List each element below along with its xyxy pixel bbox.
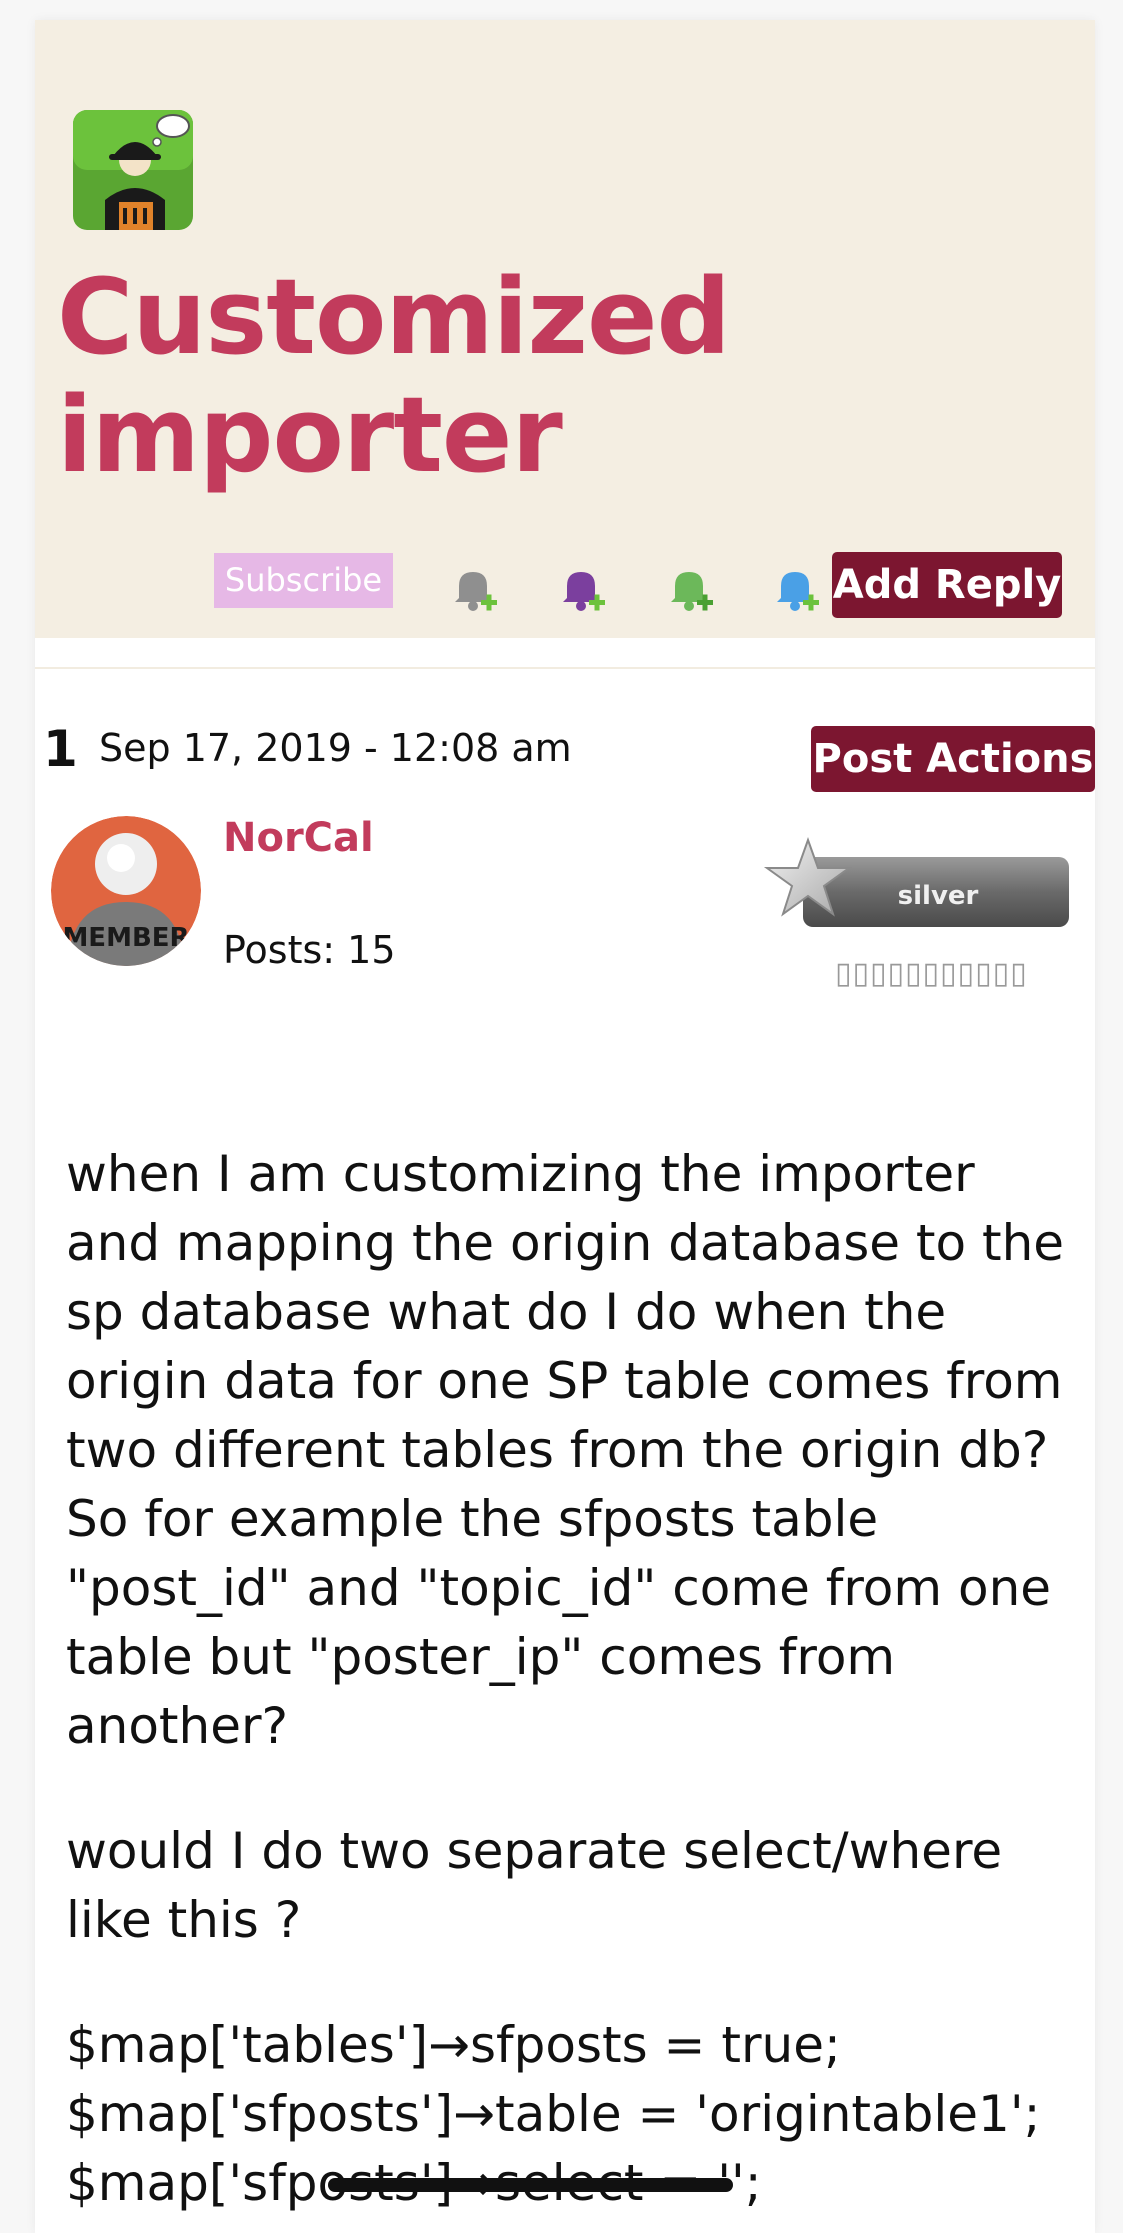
rank-text: ▯▯▯▯▯▯▯▯▯▯▯	[835, 956, 1028, 991]
badge-label: silver	[898, 881, 979, 911]
add-reply-button[interactable]: Add Reply	[832, 552, 1062, 618]
forum-page: Customized importer Subscribe Add Reply …	[35, 20, 1095, 2233]
post-number: 1	[43, 720, 78, 778]
post-content: when I am customizing the importer and m…	[66, 1140, 1076, 2218]
silver-star-badge-icon: silver	[763, 810, 1073, 930]
post-actions-button[interactable]: Post Actions	[811, 726, 1095, 792]
code-line: $map['sfposts']→table = 'origintable1';	[66, 2085, 1041, 2143]
divider	[35, 667, 1095, 669]
member-avatar-icon[interactable]: MEMBER	[51, 816, 201, 966]
home-indicator[interactable]	[328, 2178, 733, 2192]
post-author-name[interactable]: NorCal	[223, 815, 374, 861]
post-paragraph: would I do two separate select/where lik…	[66, 1822, 1019, 1949]
page-title: Customized importer	[57, 256, 731, 496]
forum-logo-icon[interactable]	[73, 110, 193, 230]
subscribe-button[interactable]: Subscribe	[214, 553, 393, 608]
bell-add-icon-purple[interactable]	[553, 560, 609, 616]
bell-add-icon-gray[interactable]	[445, 560, 501, 616]
bell-add-icon-green[interactable]	[661, 560, 717, 616]
post-paragraph: when I am customizing the importer and m…	[66, 1145, 1081, 1755]
bell-add-icon-blue[interactable]	[767, 560, 823, 616]
post-date: Sep 17, 2019 - 12:08 am	[99, 726, 572, 770]
post-count: Posts: 15	[223, 928, 396, 972]
code-line: $map['tables']→sfposts = true;	[66, 2016, 841, 2074]
avatar-text: MEMBER	[62, 923, 189, 953]
topic-header: Customized importer Subscribe Add Reply	[35, 20, 1095, 638]
